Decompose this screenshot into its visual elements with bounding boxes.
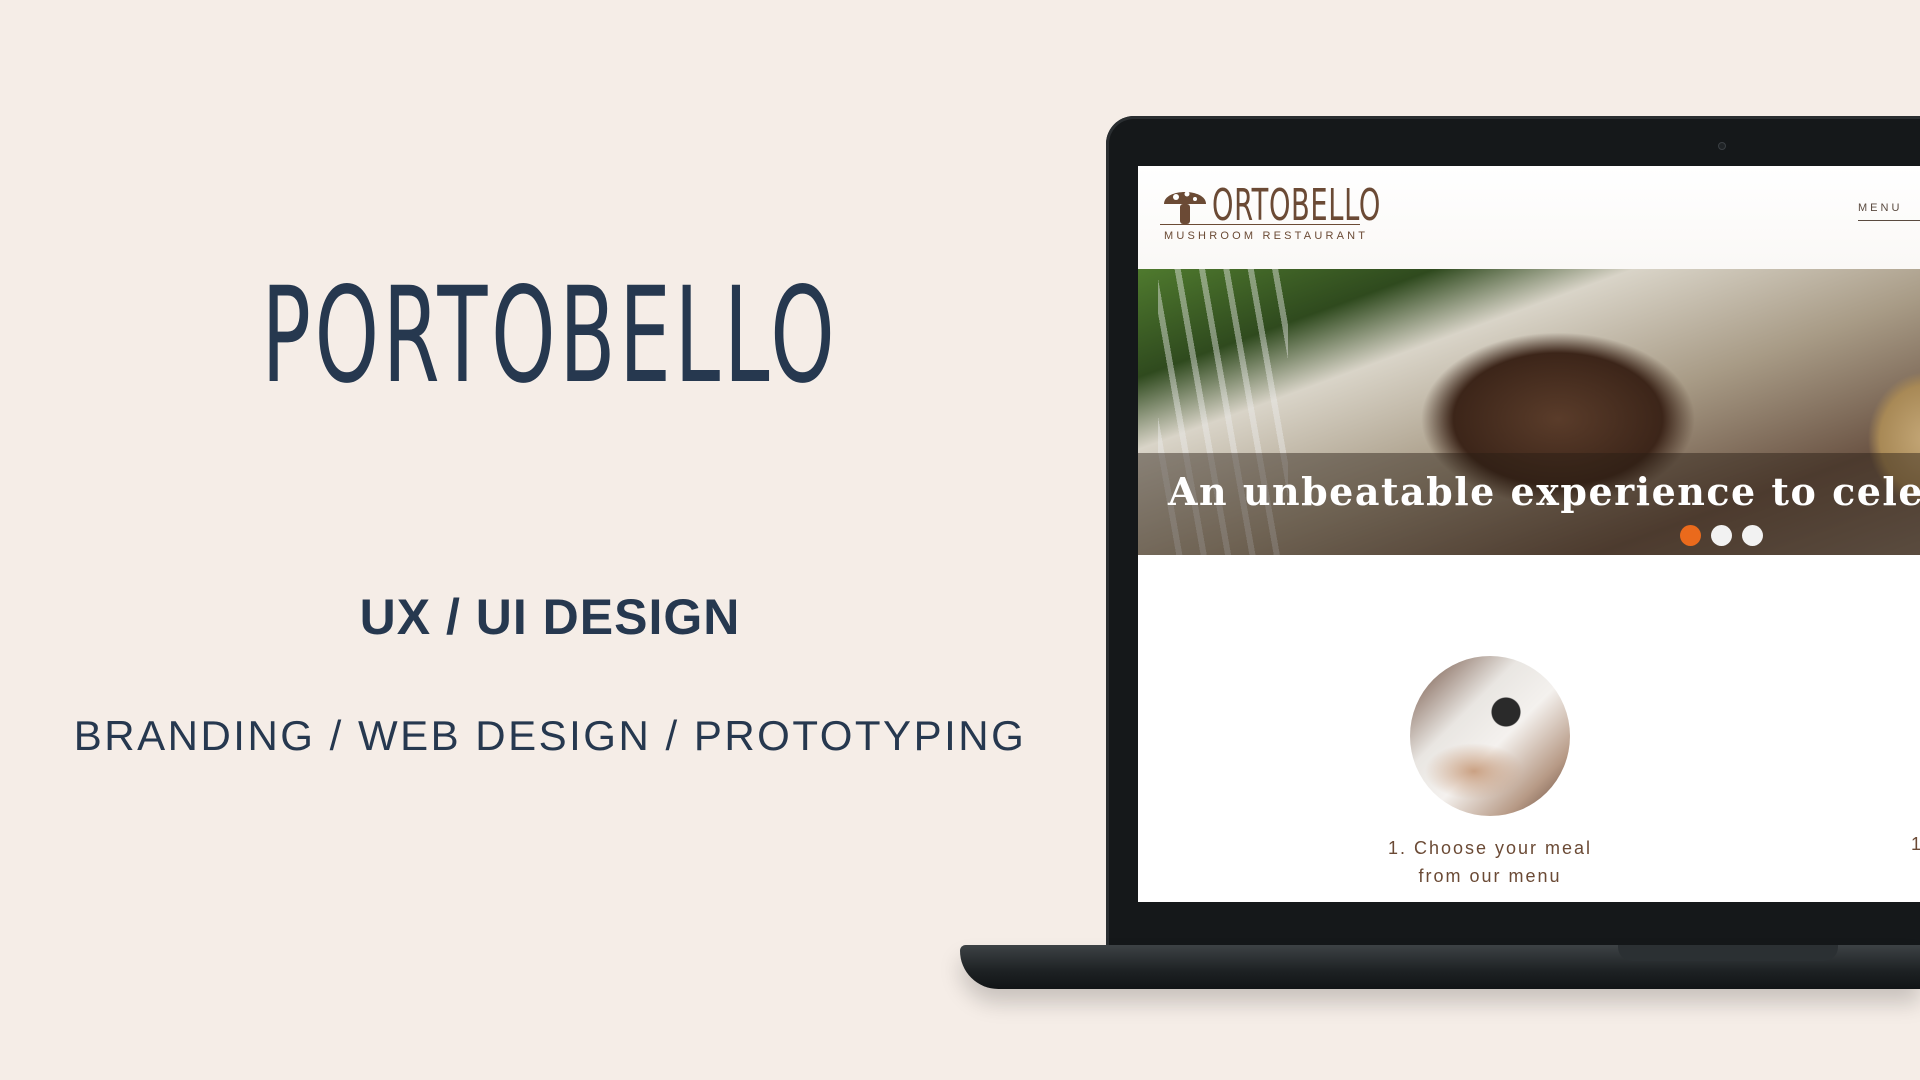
- laptop-notch: [1618, 945, 1838, 961]
- laptop-screen: ORTOBELLO MUSHROOM RESTAURANT MENU An un…: [1138, 166, 1920, 902]
- step-card-1: 1. Choose your meal from our menu: [1370, 656, 1610, 890]
- slide: PORTOBELLO UX / UI DESIGN BRANDING / WEB…: [0, 0, 1920, 1080]
- step-label: 1. Choose your meal from our menu: [1370, 834, 1610, 890]
- camera-icon: [1718, 142, 1726, 150]
- carousel-dots: [1680, 525, 1763, 546]
- logo-tagline: MUSHROOM RESTAURANT: [1164, 230, 1369, 242]
- carousel-dot-3[interactable]: [1742, 525, 1763, 546]
- mushroom-logo-icon: [1164, 191, 1206, 224]
- logo-wordmark[interactable]: ORTOBELLO: [1212, 184, 1381, 228]
- step-photo: [1410, 656, 1570, 816]
- menu-nav-link[interactable]: MENU: [1858, 202, 1920, 221]
- laptop-base: [960, 945, 1920, 989]
- services-subheading: BRANDING / WEB DESIGN / PROTOTYPING: [73, 712, 1027, 759]
- logo-divider: [1160, 224, 1360, 225]
- step-label-line1: 1. Choose your meal: [1387, 838, 1593, 858]
- discipline-heading: UX / UI DESIGN: [359, 589, 741, 645]
- carousel-dot-1[interactable]: [1680, 525, 1701, 546]
- step-card-2: 1. Bo: [1911, 656, 1920, 856]
- hero-carousel: An unbeatable experience to cele: [1138, 269, 1920, 555]
- laptop-lid: ORTOBELLO MUSHROOM RESTAURANT MENU An un…: [1106, 116, 1920, 954]
- step-label-line2: from our menu: [1418, 866, 1562, 886]
- brand-title: PORTOBELLO: [261, 259, 839, 413]
- site-header: ORTOBELLO MUSHROOM RESTAURANT MENU: [1138, 166, 1920, 269]
- carousel-dot-2[interactable]: [1711, 525, 1732, 546]
- step-label-line1: 1. Bo: [1911, 834, 1920, 854]
- hero-caption: An unbeatable experience to cele: [1168, 469, 1920, 514]
